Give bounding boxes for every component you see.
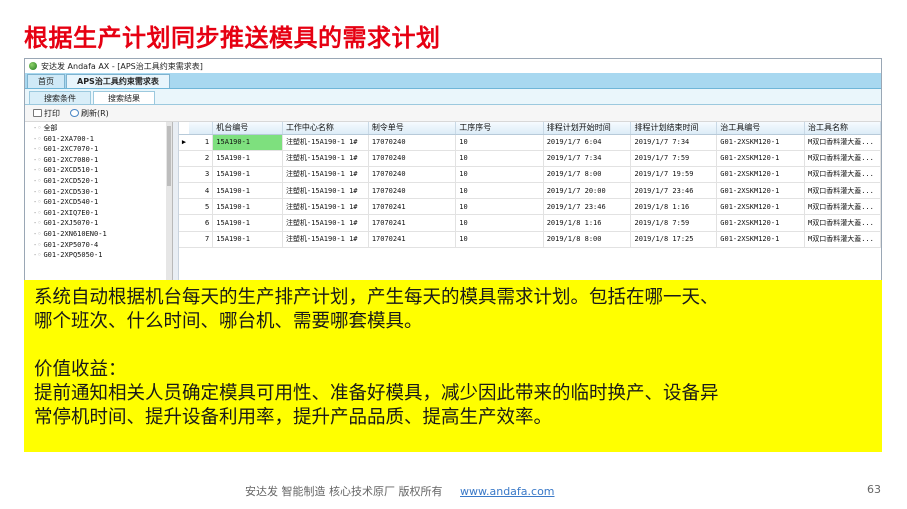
footer: 安达发 智能制造 核心技术原厂 版权所有 www.andafa.com — [245, 483, 555, 499]
footer-link[interactable]: www.andafa.com — [460, 485, 555, 498]
toolbar: 打印 刷新(R) — [25, 105, 881, 122]
tree-item[interactable]: -◦ G01-2XCD540-1 — [25, 197, 172, 208]
tree-scrollbar[interactable] — [166, 122, 172, 289]
col-start-time[interactable]: 排程计划开始时间 — [543, 122, 632, 135]
tree-item[interactable]: -◦ G01-2XCD520-1 — [25, 176, 172, 187]
tree-item[interactable]: -◦ G01-2XJ5070-1 — [25, 218, 172, 229]
table-row[interactable]: 5 15A190-1 注塑机-15A190-1 1# 17070241 10 2… — [179, 198, 881, 216]
tree-item[interactable]: -◦ G01-2XC7080-1 — [25, 155, 172, 166]
col-op-seq[interactable]: 工序序号 — [455, 122, 544, 135]
results-table: 机台编号 工作中心名称 制令单号 工序序号 排程计划开始时间 排程计划结束时间 … — [179, 122, 881, 248]
print-button[interactable]: 打印 — [33, 108, 60, 119]
tree-item[interactable]: -◦ 全部 — [25, 123, 172, 134]
printer-icon — [33, 109, 42, 117]
app-logo-icon — [29, 62, 37, 70]
tree-item[interactable]: -◦ G01-2XCD530-1 — [25, 187, 172, 198]
col-work-center[interactable]: 工作中心名称 — [282, 122, 369, 135]
col-tool-name[interactable]: 治工具名称 — [804, 122, 881, 135]
refresh-button[interactable]: 刷新(R) — [70, 108, 109, 119]
main-tabs: 首页 APS治工具约束需求表 — [25, 73, 881, 89]
callout-line: 哪个班次、什么时间、哪台机、需要哪套模具。 — [34, 311, 423, 332]
tree-item[interactable]: -◦ G01-2XC7070-1 — [25, 144, 172, 155]
slide-title: 根据生产计划同步推送模具的需求计划 — [24, 24, 441, 52]
current-row-indicator-icon: ▶ — [179, 134, 189, 151]
tree-item[interactable]: -◦ G01-2XPQ5050-1 — [25, 250, 172, 261]
tree-item[interactable]: -◦ G01-2XCD510-1 — [25, 165, 172, 176]
callout-heading: 价值收益： — [34, 359, 127, 380]
callout-line: 提前通知相关人员确定模具可用性、准备好模具，减少因此带来的临时换产、设备异 — [34, 383, 719, 404]
tool-tree: -◦ 全部 -◦ G01-2XA700-1 -◦ G01-2XC7070-1 -◦ G0… — [25, 122, 173, 289]
description-callout: 系统自动根据机台每天的生产排产计划，产生每天的模具需求计划。包括在哪一天、 哪个… — [24, 280, 882, 452]
tree-item[interactable]: -◦ G01-2XN610EN0-1 — [25, 229, 172, 240]
refresh-label: 刷新(R) — [81, 108, 109, 118]
sub-tabs: 搜索条件 搜索结果 — [25, 89, 881, 105]
table-row[interactable]: 6 15A190-1 注塑机-15A190-1 1# 17070241 10 2… — [179, 214, 881, 232]
table-row[interactable]: ▶ 1 15A190-1 注塑机-15A190-1 1# 17070240 10… — [179, 134, 881, 151]
tab-search-results[interactable]: 搜索结果 — [93, 91, 155, 104]
col-tool-no[interactable]: 治工具编号 — [716, 122, 805, 135]
refresh-icon — [70, 109, 79, 117]
tab-search-conditions[interactable]: 搜索条件 — [29, 91, 91, 104]
tab-aps-tool-demand[interactable]: APS治工具约束需求表 — [66, 74, 170, 88]
scroll-thumb[interactable] — [167, 126, 171, 186]
window-title: 安达发 Andafa AX - [APS治工具约束需求表] — [41, 61, 203, 71]
tree-item[interactable]: -◦ G01-2XA700-1 — [25, 134, 172, 145]
callout-line: 系统自动根据机台每天的生产排产计划，产生每天的模具需求计划。包括在哪一天、 — [34, 287, 719, 308]
content-area: -◦ 全部 -◦ G01-2XA700-1 -◦ G01-2XC7070-1 -◦ G0… — [25, 122, 881, 289]
app-window: 安达发 Andafa AX - [APS治工具约束需求表] 首页 APS治工具约… — [24, 58, 882, 290]
table-row[interactable]: 7 15A190-1 注塑机-15A190-1 1# 17070241 10 2… — [179, 231, 881, 248]
col-end-time[interactable]: 排程计划结束时间 — [630, 122, 718, 135]
tab-home[interactable]: 首页 — [27, 74, 65, 88]
page-number: 63 — [867, 483, 881, 496]
table-row[interactable]: 4 15A190-1 注塑机-15A190-1 1# 17070240 10 2… — [179, 182, 881, 200]
table-row[interactable]: 2 15A190-1 注塑机-15A190-1 1# 17070240 10 2… — [179, 150, 881, 167]
print-label: 打印 — [44, 108, 60, 118]
window-titlebar: 安达发 Andafa AX - [APS治工具约束需求表] — [25, 59, 881, 73]
results-grid: 机台编号 工作中心名称 制令单号 工序序号 排程计划开始时间 排程计划结束时间 … — [179, 122, 881, 289]
tree-item[interactable]: -◦ G01-2XP5070-4 — [25, 240, 172, 251]
table-row[interactable]: 3 15A190-1 注塑机-15A190-1 1# 17070240 10 2… — [179, 166, 881, 184]
footer-text: 安达发 智能制造 核心技术原厂 版权所有 — [245, 485, 443, 498]
col-machine-no[interactable]: 机台编号 — [212, 122, 283, 135]
col-order-no[interactable]: 制令单号 — [368, 122, 457, 135]
callout-line: 常停机时间、提升设备利用率，提升产品品质、提高生产效率。 — [34, 407, 553, 428]
tree-item[interactable]: -◦ G01-2XIQ7E0-1 — [25, 208, 172, 219]
